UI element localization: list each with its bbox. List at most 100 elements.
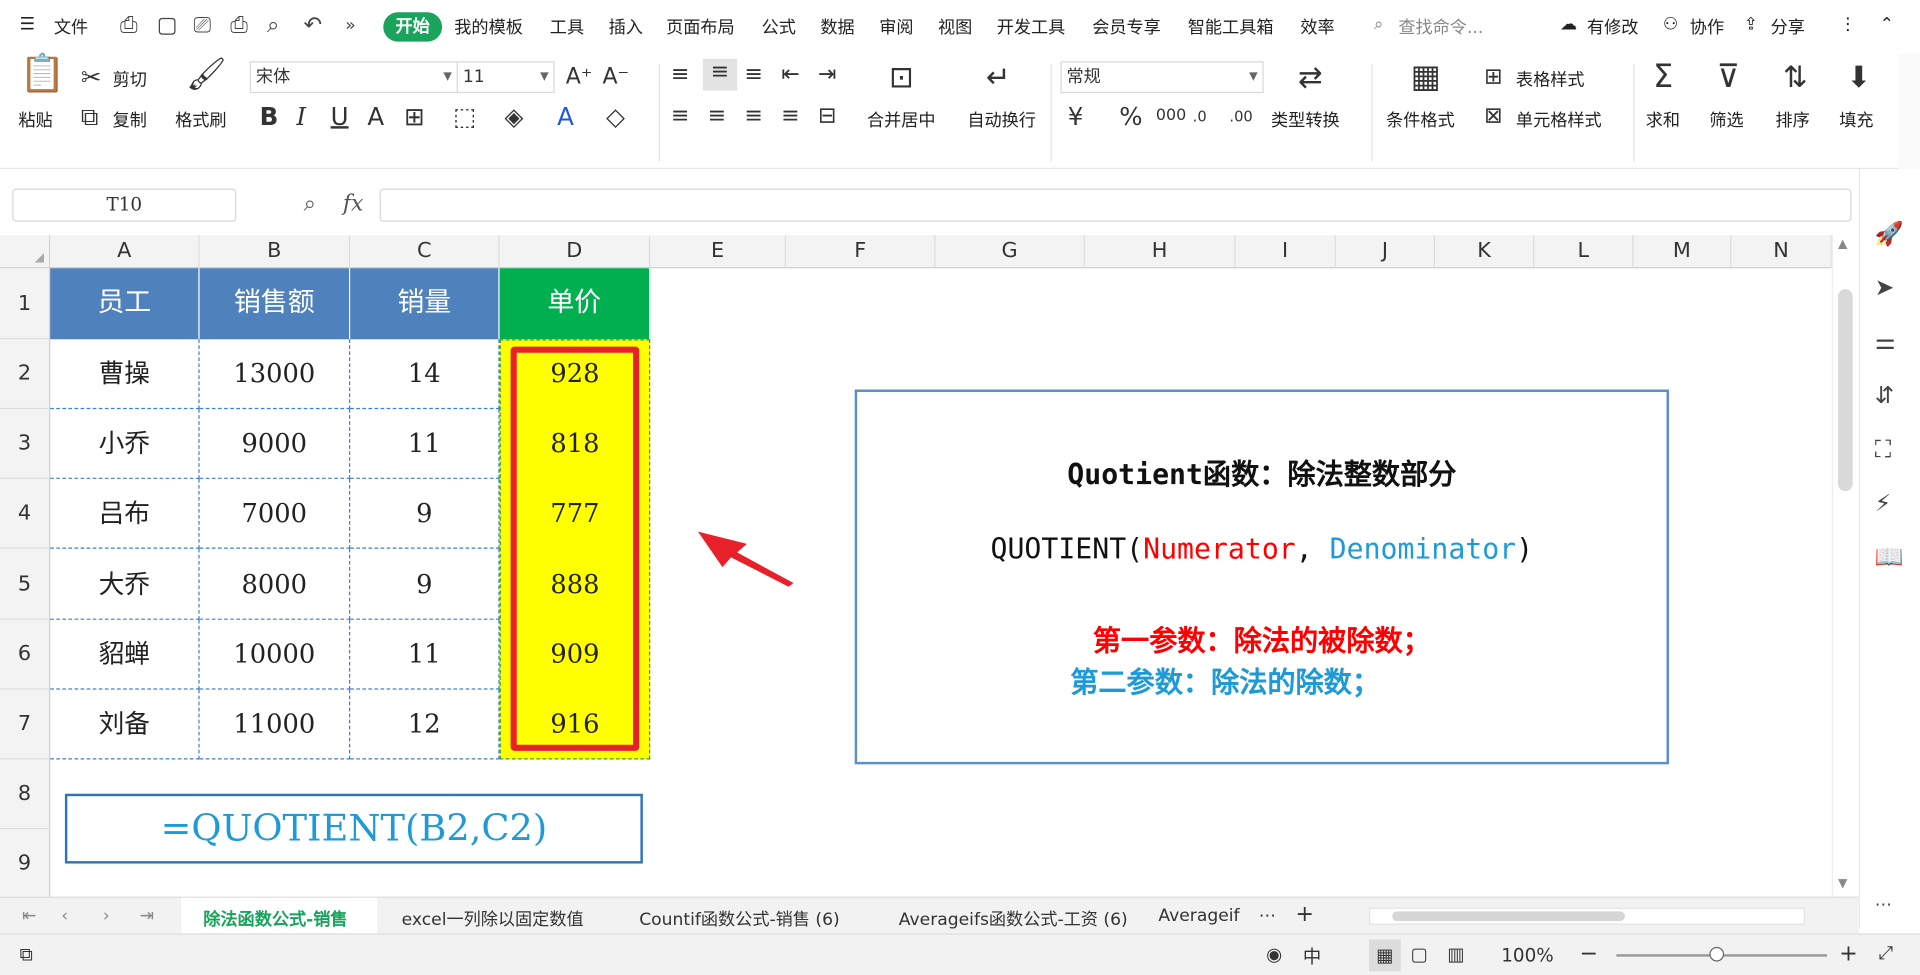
percent-icon[interactable]: %: [1119, 103, 1142, 130]
cell-A2[interactable]: 曹操: [50, 339, 200, 410]
filter-icon[interactable]: ⊽: [1717, 61, 1740, 93]
prev-sheet-icon[interactable]: ‹: [61, 906, 68, 926]
menu-developer[interactable]: 开发工具: [997, 15, 1066, 39]
column-header-A[interactable]: A: [50, 235, 200, 269]
cell-C3[interactable]: 11: [350, 409, 500, 479]
menu-review[interactable]: 审阅: [879, 15, 913, 39]
sheet-tab-active[interactable]: 除法函数公式-销售: [181, 897, 378, 935]
underline-icon[interactable]: U: [331, 103, 349, 130]
fullscreen-icon[interactable]: ⤢: [1878, 942, 1893, 964]
align-top-icon[interactable]: ≡: [671, 61, 689, 88]
fx-icon[interactable]: fx: [343, 191, 364, 217]
fill-button[interactable]: 填充: [1839, 108, 1873, 132]
macro-record-icon[interactable]: ⧉: [20, 943, 33, 965]
menu-file[interactable]: 文件: [54, 15, 88, 39]
justify-icon[interactable]: ≡: [781, 103, 799, 130]
eye-protect-icon[interactable]: ◉: [1266, 943, 1282, 965]
undo-icon[interactable]: ↶: [304, 12, 322, 38]
scroll-up-icon[interactable]: ▲: [1838, 238, 1847, 251]
column-header-N[interactable]: N: [1731, 235, 1832, 269]
row-header-3[interactable]: 3: [0, 409, 51, 479]
row-header-7[interactable]: 7: [0, 689, 51, 760]
header-cell-unit-price[interactable]: 单价: [499, 268, 651, 340]
auto-wrap-icon[interactable]: ↵: [986, 62, 1011, 91]
cloud-sync-icon[interactable]: ☁: [1560, 15, 1577, 35]
column-header-K[interactable]: K: [1435, 235, 1535, 269]
row-header-5[interactable]: 5: [0, 548, 51, 620]
zoom-slider-handle[interactable]: [1709, 946, 1725, 962]
column-header-H[interactable]: H: [1084, 235, 1236, 269]
more-options-icon[interactable]: ⋮: [1839, 15, 1856, 35]
sliders-icon[interactable]: ⚌: [1875, 328, 1896, 355]
normal-view-icon[interactable]: ▦: [1368, 939, 1401, 972]
search-icon[interactable]: ⌕: [1374, 15, 1384, 35]
row-header-6[interactable]: 6: [0, 619, 51, 690]
cut-button[interactable]: 剪切: [113, 67, 147, 91]
menu-tools[interactable]: 工具: [550, 15, 584, 39]
menu-insert[interactable]: 插入: [609, 15, 643, 39]
zoom-in-icon[interactable]: +: [1839, 941, 1857, 967]
column-header-D[interactable]: D: [499, 235, 651, 269]
sheet-tab[interactable]: Averageifs函数公式-工资 (6): [899, 906, 1128, 930]
copy-icon[interactable]: ⧉: [81, 103, 98, 130]
share-icon[interactable]: ⇪: [1744, 15, 1758, 35]
cell-B6[interactable]: 10000: [199, 619, 351, 690]
ribbon-scrollbar[interactable]: [1897, 53, 1920, 170]
sum-button[interactable]: 求和: [1646, 108, 1680, 132]
filter-button[interactable]: 筛选: [1709, 108, 1743, 132]
decrease-font-icon[interactable]: A⁻: [602, 64, 629, 91]
cell-A7[interactable]: 刘备: [50, 689, 200, 760]
header-cell-employee[interactable]: 员工: [50, 268, 200, 340]
number-format-select[interactable]: 常规 ▼: [1060, 61, 1264, 94]
formula-input[interactable]: [379, 188, 1852, 222]
sum-icon[interactable]: Σ: [1653, 61, 1673, 93]
vertical-scrollbar[interactable]: ▲ ▼: [1831, 235, 1859, 897]
border-icon[interactable]: ⊞: [404, 103, 425, 130]
cell-C4[interactable]: 9: [350, 478, 500, 549]
column-header-E[interactable]: E: [650, 235, 787, 269]
search-command-input[interactable]: 查找命令...: [1398, 15, 1483, 39]
image-tool-icon[interactable]: ⛶: [1875, 436, 1891, 463]
font-name-select[interactable]: 宋体 ▼: [249, 61, 458, 94]
export-icon[interactable]: ▢: [157, 12, 178, 38]
print-icon[interactable]: ⎙: [230, 12, 248, 38]
cell-B7[interactable]: 11000: [199, 689, 351, 760]
share-button[interactable]: 分享: [1771, 15, 1805, 39]
vertical-scroll-thumb[interactable]: [1837, 289, 1853, 492]
print-preview-icon[interactable]: ⎚: [193, 12, 211, 38]
cell-A6[interactable]: 貂蝉: [50, 619, 200, 690]
paste-icon[interactable]: 📋: [20, 56, 66, 93]
cell-A5[interactable]: 大乔: [50, 548, 200, 620]
indent-decrease-icon[interactable]: ⇤: [781, 61, 799, 88]
scissors-icon[interactable]: ✂: [81, 64, 102, 91]
merge-center-icon[interactable]: ⊡: [889, 62, 914, 91]
more-tools-icon[interactable]: ⋯: [1875, 892, 1892, 919]
more-sheets-icon[interactable]: ⋯: [1259, 906, 1276, 926]
menu-smart-toolbox[interactable]: 智能工具箱: [1188, 15, 1274, 39]
column-header-L[interactable]: L: [1534, 235, 1634, 269]
clear-format-icon[interactable]: ◇: [606, 103, 625, 130]
format-painter-button[interactable]: 格式刷: [175, 108, 226, 132]
font-size-select[interactable]: 11 ▼: [456, 61, 555, 94]
conditional-format-icon[interactable]: ▦: [1411, 61, 1441, 93]
cell-style-icon[interactable]: ⊠: [1484, 103, 1502, 130]
menu-data[interactable]: 数据: [820, 15, 854, 39]
column-header-I[interactable]: I: [1235, 235, 1336, 269]
increase-font-icon[interactable]: A⁺: [566, 64, 593, 91]
page-break-view-icon[interactable]: ▥: [1447, 943, 1464, 965]
column-header-C[interactable]: C: [350, 235, 500, 269]
font-color-icon[interactable]: A: [557, 103, 574, 130]
cell-B3[interactable]: 9000: [199, 409, 351, 479]
add-sheet-icon[interactable]: +: [1296, 902, 1314, 928]
indent-increase-icon[interactable]: ⇥: [818, 61, 836, 88]
merge-center-button[interactable]: 合并居中: [867, 108, 936, 132]
zoom-icon[interactable]: ⌕: [267, 12, 279, 38]
hamburger-icon[interactable]: ☰: [20, 15, 35, 35]
auto-wrap-button[interactable]: 自动换行: [967, 108, 1036, 132]
column-header-G[interactable]: G: [935, 235, 1085, 269]
tab-start[interactable]: 开始: [383, 12, 443, 42]
collaborate-icon[interactable]: ⚇: [1663, 15, 1678, 35]
menu-efficiency[interactable]: 效率: [1300, 15, 1334, 39]
cell-A4[interactable]: 吕布: [50, 478, 200, 549]
align-bottom-icon[interactable]: ≡: [744, 61, 762, 88]
